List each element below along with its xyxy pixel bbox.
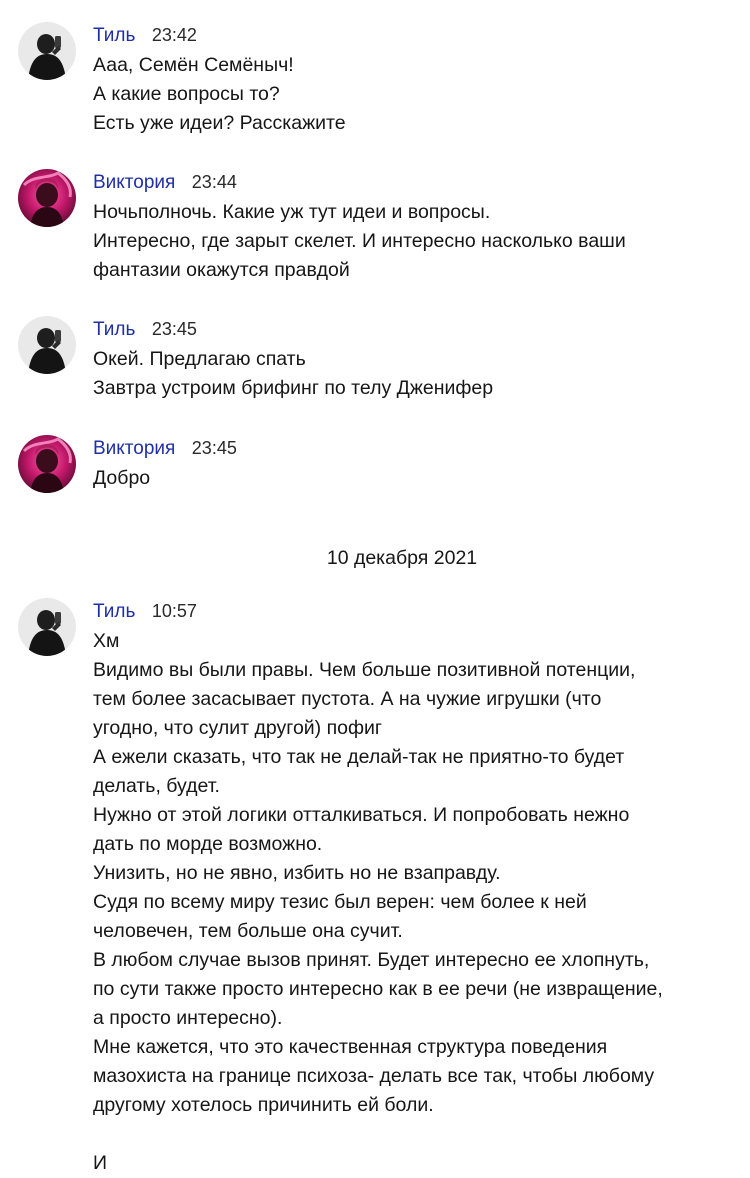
message-header: Виктория 23:44 — [93, 169, 237, 195]
message-line: Унизить, но не явно, избить но не взапра… — [93, 862, 501, 884]
message-header: Тиль 10:57 — [93, 598, 197, 624]
message-time: 23:45 — [191, 438, 237, 458]
message-line: угодно, что сулит другой) пофиг — [93, 717, 383, 739]
message-line: Окей. Предлагаю спать — [93, 348, 306, 370]
message-text: Ночьполночь. Какие уж тут идеи и вопросы… — [93, 198, 733, 285]
message-text: Добро — [93, 464, 733, 493]
date-separator: 10 декабря 2021 — [326, 547, 478, 569]
message-line: Ааа, Семён Семёныч! — [93, 54, 294, 76]
message-line: по сути также просто интересно как в ее … — [93, 978, 663, 1000]
message-line: Хм — [93, 630, 120, 652]
author-name[interactable]: Тиль — [93, 25, 135, 46]
message-time: 23:42 — [151, 25, 197, 45]
message-line: мазохиста на границе психоза- делать все… — [93, 1065, 655, 1087]
message-line: Мне кажется, что это качественная структ… — [93, 1036, 608, 1058]
message-line: И — [93, 1152, 108, 1174]
message-line: Нужно от этой логики отталкиваться. И по… — [93, 804, 630, 826]
message-line: человечен, тем больше она сучит. — [93, 920, 403, 942]
author-name[interactable]: Тиль — [93, 319, 135, 340]
avatar[interactable] — [18, 435, 76, 493]
message-line: тем более засасывает пустота. А на чужие… — [93, 688, 602, 710]
message-time: 23:45 — [151, 319, 197, 339]
message-line: другому хотелось причинить ей боли. — [93, 1094, 434, 1116]
message-text: Окей. Предлагаю спать Завтра устроим бри… — [93, 345, 733, 403]
message-line: Завтра устроим брифинг по телу Дженифер — [93, 377, 494, 399]
til-avatar-icon — [18, 22, 76, 80]
message-line: В любом случае вызов принят. Будет интер… — [93, 949, 650, 971]
viktoria-avatar-icon — [18, 435, 76, 493]
message-text: Хм Видимо вы были правы. Чем больше пози… — [93, 627, 733, 1178]
avatar[interactable] — [18, 22, 76, 80]
message-line: Судя по всему миру тезис был верен: чем … — [93, 891, 587, 913]
message-line: А какие вопросы то? — [93, 83, 280, 105]
message-line: Добро — [93, 467, 151, 489]
avatar[interactable] — [18, 316, 76, 374]
message-line: А ежели сказать, что так не делай-так не… — [93, 746, 625, 768]
message-line — [93, 1120, 733, 1149]
viktoria-avatar-icon — [18, 169, 76, 227]
author-name[interactable]: Тиль — [93, 601, 135, 622]
message-time: 10:57 — [151, 601, 197, 621]
til-avatar-icon — [18, 316, 76, 374]
message-line: фантазии окажутся правдой — [93, 259, 350, 281]
message-header: Виктория 23:45 — [93, 435, 237, 461]
message-line: Есть уже идеи? Расскажите — [93, 112, 346, 134]
avatar[interactable] — [18, 598, 76, 656]
message-line: делать, будет. — [93, 775, 220, 797]
message-line: Видимо вы были правы. Чем больше позитив… — [93, 659, 636, 681]
til-avatar-icon — [18, 598, 76, 656]
message-time: 23:44 — [191, 172, 237, 192]
message-line: дать по морде возможно. — [93, 833, 323, 855]
author-name[interactable]: Виктория — [93, 438, 175, 459]
message-line: Ночьполночь. Какие уж тут идеи и вопросы… — [93, 201, 491, 223]
avatar[interactable] — [18, 169, 76, 227]
message-header: Тиль 23:42 — [93, 22, 197, 48]
message-text: Ааа, Семён Семёныч! А какие вопросы то? … — [93, 51, 733, 138]
message-line: Интересно, где зарыт скелет. И интересно… — [93, 230, 626, 252]
message-line: а просто интересно). — [93, 1007, 283, 1029]
author-name[interactable]: Виктория — [93, 172, 175, 193]
message-header: Тиль 23:45 — [93, 316, 197, 342]
